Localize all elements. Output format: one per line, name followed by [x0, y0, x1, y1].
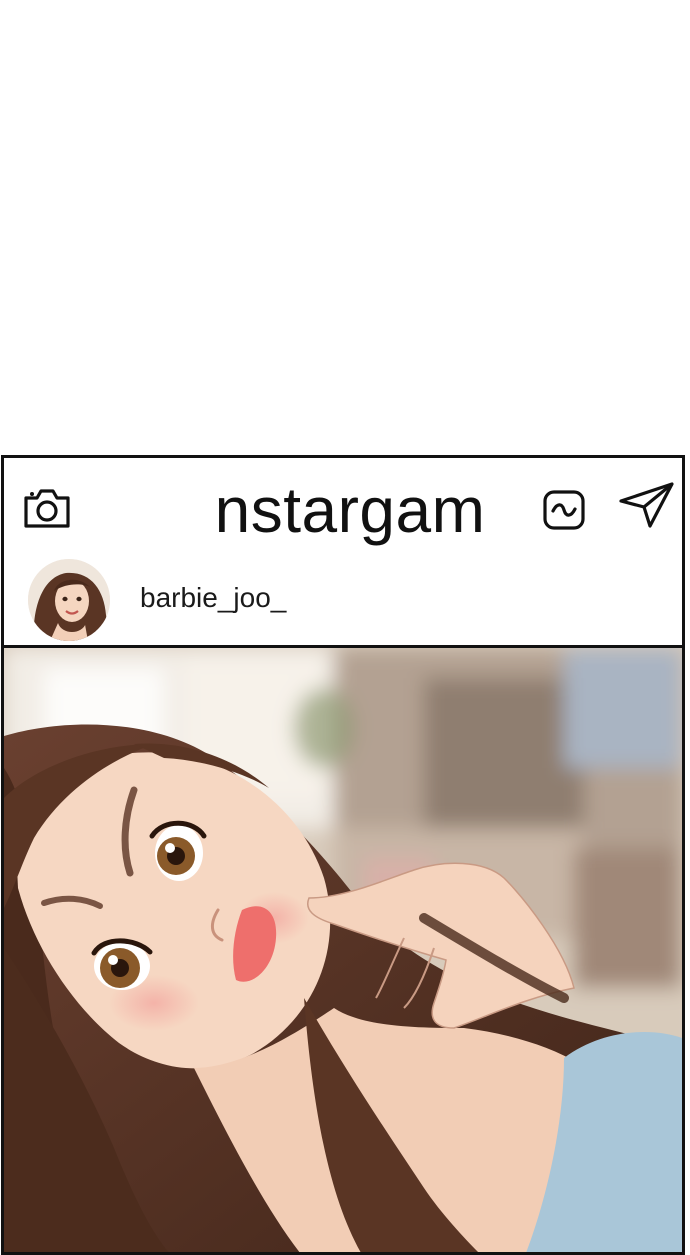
post-frame: nstargam barbie_joo_	[1, 455, 685, 1255]
post-photo	[4, 648, 682, 1252]
post-header: barbie_joo_	[4, 553, 682, 648]
app-header: nstargam	[4, 458, 682, 553]
send-icon[interactable]	[617, 480, 677, 530]
activity-icon[interactable]	[541, 488, 587, 532]
post-username[interactable]: barbie_joo_	[140, 581, 286, 615]
avatar[interactable]	[28, 559, 110, 641]
